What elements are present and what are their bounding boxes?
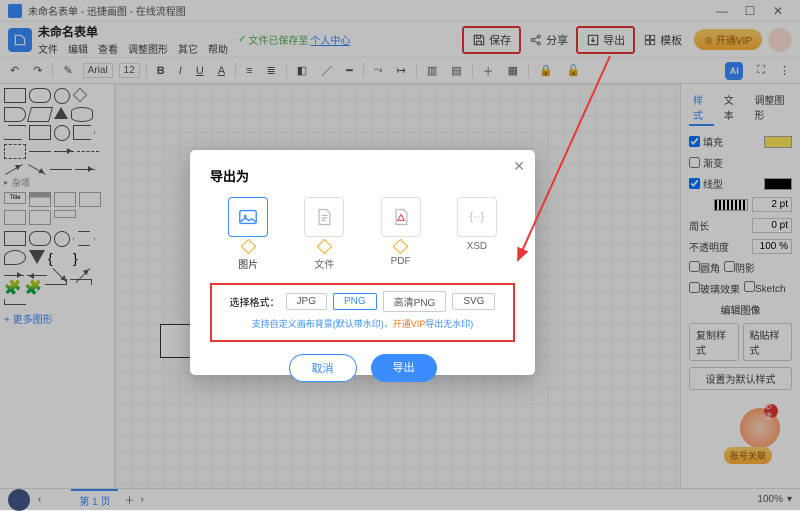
modal-close-button[interactable]: ✕ <box>513 158 525 175</box>
cancel-button[interactable]: 取消 <box>289 354 357 382</box>
format-hdpng[interactable]: 高清PNG <box>383 291 447 312</box>
diamond-icon <box>393 239 409 255</box>
export-type-image[interactable]: 图片 <box>228 197 268 271</box>
format-label: 选择格式： <box>230 294 280 309</box>
diamond-icon <box>317 239 333 255</box>
format-row-highlight: 选择格式： JPG PNG 高清PNG SVG 支持自定义画布背景(默认带水印)… <box>210 283 515 342</box>
export-confirm-button[interactable]: 导出 <box>371 354 437 382</box>
export-modal: ✕ 导出为 图片 文件 PDF {··} XSD 选择格式： JPG PNG 高… <box>190 150 535 375</box>
modal-title: 导出为 <box>210 166 515 185</box>
export-type-pdf[interactable]: PDF <box>381 197 421 271</box>
format-svg[interactable]: SVG <box>452 293 495 310</box>
diamond-icon <box>240 239 256 255</box>
export-type-file[interactable]: 文件 <box>304 197 344 271</box>
format-jpg[interactable]: JPG <box>286 293 327 310</box>
export-type-xsd[interactable]: {··} XSD <box>457 197 497 271</box>
format-png[interactable]: PNG <box>333 293 377 310</box>
format-tip: 支持自定义画布背景(默认带水印)，开通VIP导出无水印) <box>252 317 474 330</box>
